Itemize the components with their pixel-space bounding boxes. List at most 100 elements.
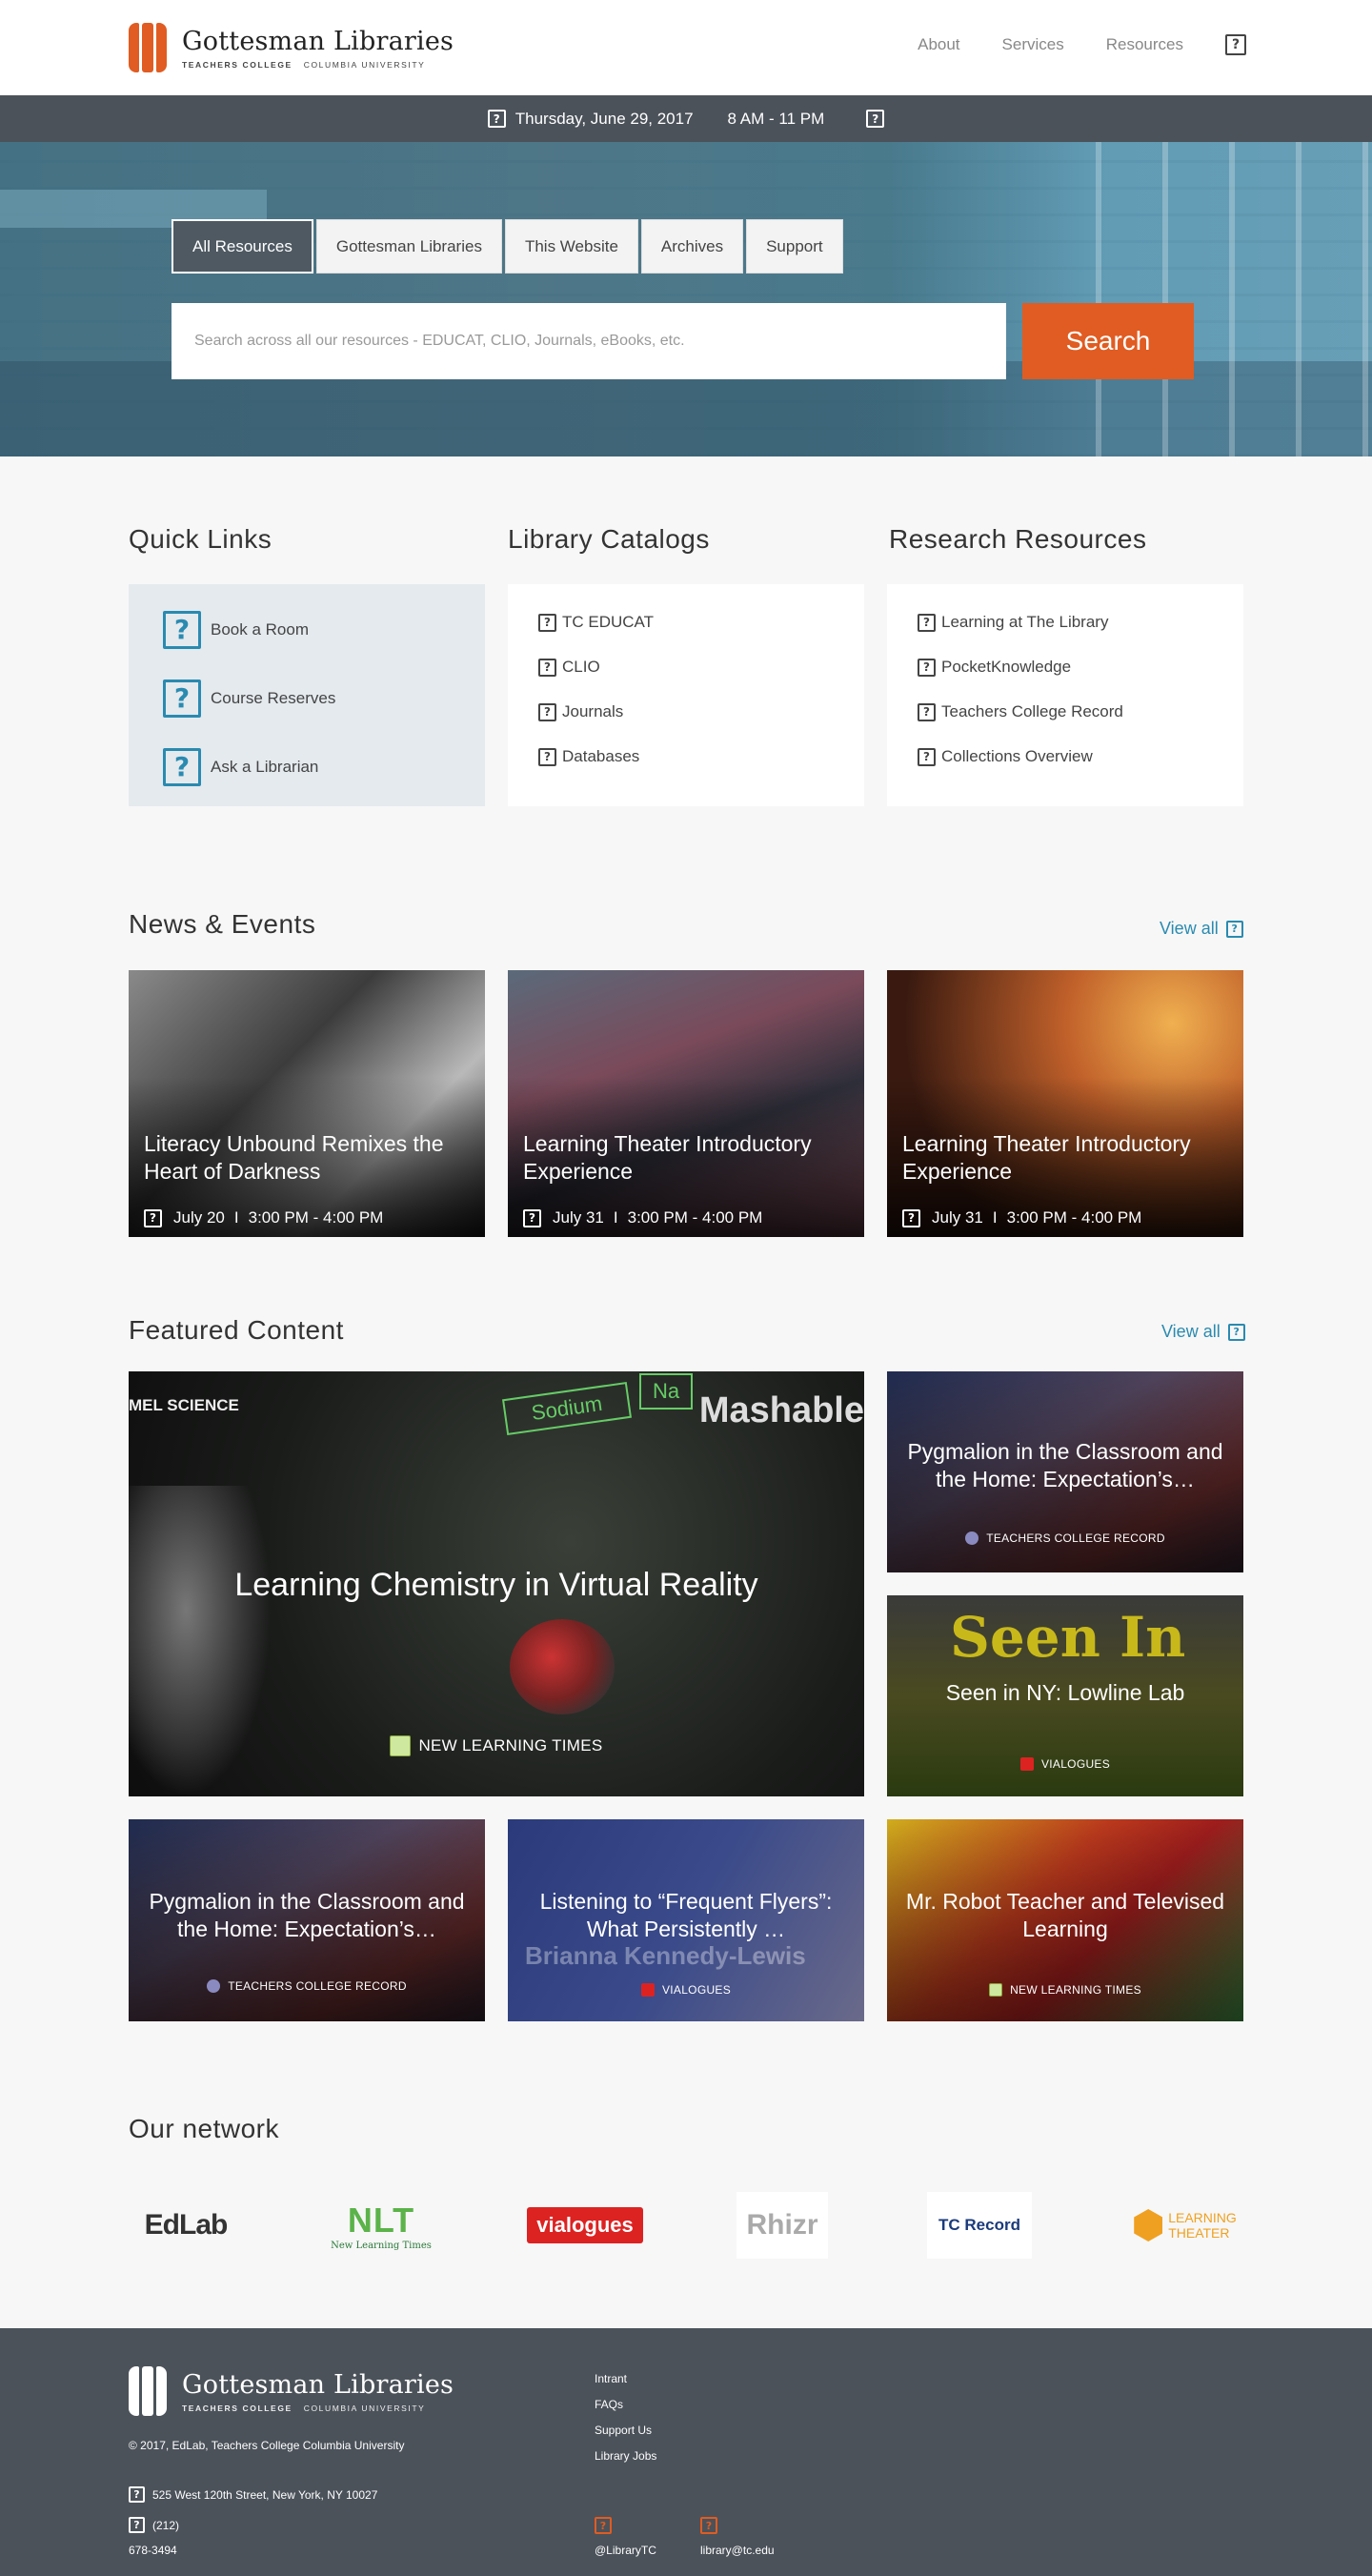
featured-card[interactable]: Pygmalion in the Classroom and the Home:… bbox=[887, 1371, 1243, 1572]
catalog-tc-educat[interactable]: ? TC EDUCAT bbox=[538, 613, 654, 632]
footer-address: ? 525 West 120th Street, New York, NY 100… bbox=[129, 2486, 377, 2503]
event-title: Literacy Unbound Remixes the Heart of Da… bbox=[144, 1131, 444, 1184]
footer-link-intrant[interactable]: Intrant bbox=[595, 2372, 627, 2385]
footer-twitter-handle[interactable]: @LibraryTC bbox=[595, 2544, 656, 2557]
link-icon: ? bbox=[538, 702, 556, 721]
link-icon: ? bbox=[538, 613, 556, 632]
featured-source: VIALOGUES bbox=[508, 1983, 864, 1997]
search-input[interactable] bbox=[172, 303, 1006, 379]
arrow-icon: ? bbox=[1225, 920, 1243, 938]
event-card[interactable]: Learning Theater Introductory Experience… bbox=[887, 970, 1243, 1237]
event-card[interactable]: Literacy Unbound Remixes the Heart of Da… bbox=[129, 970, 485, 1237]
featured-source: TEACHERS COLLEGE RECORD bbox=[887, 1531, 1243, 1545]
menu-icon[interactable]: ? bbox=[1225, 34, 1246, 55]
logo-title: Gottesman Libraries bbox=[182, 26, 454, 56]
learning-theater-icon bbox=[1134, 2209, 1163, 2241]
quick-link-book-room[interactable]: ? Book a Room bbox=[163, 611, 309, 649]
catalog-databases[interactable]: ? Databases bbox=[538, 747, 639, 766]
tab-gottesman-libraries[interactable]: Gottesman Libraries bbox=[315, 219, 502, 274]
search-button[interactable]: Search bbox=[1022, 303, 1194, 379]
tab-this-website[interactable]: This Website bbox=[504, 219, 638, 274]
featured-card[interactable]: Seen In Seen in NY: Lowline Lab VIALOGUE… bbox=[887, 1595, 1243, 1796]
calendar-icon: ? bbox=[523, 1208, 541, 1227]
news-view-all-link[interactable]: View all? bbox=[1160, 919, 1243, 939]
vialogues-icon bbox=[640, 1983, 655, 1997]
vialogues-logo[interactable]: vialogues bbox=[527, 2192, 643, 2259]
research-tc-record[interactable]: ? Teachers College Record bbox=[918, 702, 1123, 721]
featured-source: NEW LEARNING TIMES bbox=[887, 1983, 1243, 1997]
news-events-heading: News & Events bbox=[129, 909, 316, 939]
logo-subtitle: TEACHERS COLLEGE COLUMBIA UNIVERSITY bbox=[182, 59, 426, 70]
calendar-icon: ? bbox=[487, 110, 506, 128]
room-icon: ? bbox=[163, 611, 201, 649]
research-pocketknowledge[interactable]: ? PocketKnowledge bbox=[918, 658, 1071, 677]
footer-phone-number: 678-3494 bbox=[129, 2544, 177, 2557]
featured-card-large[interactable]: MEL SCIENCE Mashable Sodium Na Learning … bbox=[129, 1371, 864, 1796]
tab-support[interactable]: Support bbox=[746, 219, 843, 274]
event-meta: ? July 20 I 3:00 PM - 4:00 PM bbox=[144, 1208, 383, 1227]
tc-record-icon bbox=[207, 1979, 221, 1993]
footer-link-library-jobs[interactable]: Library Jobs bbox=[595, 2449, 656, 2463]
event-meta: ? July 31 I 3:00 PM - 4:00 PM bbox=[902, 1208, 1141, 1227]
featured-card[interactable]: Mr. Robot Teacher and Televised Learning… bbox=[887, 1819, 1243, 2021]
research-resources-panel: ? Learning at The Library ? PocketKnowledg… bbox=[887, 584, 1243, 806]
library-catalogs-heading: Library Catalogs bbox=[508, 524, 710, 554]
hours-bar: ? Thursday, June 29, 2017 8 AM - 11 PM ? bbox=[0, 95, 1372, 142]
footer-email[interactable]: library@tc.edu bbox=[700, 2544, 775, 2557]
site-header: Gottesman Libraries TEACHERS COLLEGE COL… bbox=[0, 0, 1372, 95]
nlt-icon bbox=[390, 1735, 412, 1756]
footer-logo[interactable]: Gottesman Libraries TEACHERS COLLEGE COL… bbox=[129, 2366, 454, 2416]
footer-copyright: © 2017, EdLab, Teachers College Columbia… bbox=[129, 2439, 405, 2452]
nav-resources[interactable]: Resources bbox=[1106, 35, 1183, 54]
tc-record-logo[interactable]: TC Record bbox=[927, 2192, 1032, 2259]
reserves-icon: ? bbox=[163, 679, 201, 718]
tab-archives[interactable]: Archives bbox=[640, 219, 744, 274]
hours-dropdown-icon[interactable]: ? bbox=[866, 110, 885, 128]
footer-link-support-us[interactable]: Support Us bbox=[595, 2424, 652, 2437]
library-catalogs-panel: ? TC EDUCAT ? CLIO ? Journals ? Databases bbox=[508, 584, 864, 806]
catalog-journals[interactable]: ? Journals bbox=[538, 702, 623, 721]
featured-source: TEACHERS COLLEGE RECORD bbox=[129, 1979, 485, 1993]
nlt-icon bbox=[989, 1983, 1003, 1997]
link-icon: ? bbox=[538, 658, 556, 677]
link-icon: ? bbox=[538, 747, 556, 766]
main-nav: About Services Resources ? bbox=[918, 34, 1246, 55]
current-date: Thursday, June 29, 2017 bbox=[514, 109, 694, 128]
research-learning-library[interactable]: ? Learning at The Library bbox=[918, 613, 1108, 632]
tc-record-icon bbox=[965, 1531, 979, 1545]
catalog-clio[interactable]: ? CLIO bbox=[538, 658, 600, 677]
footer-link-faqs[interactable]: FAQs bbox=[595, 2398, 623, 2411]
phone-icon: ? bbox=[129, 2517, 145, 2533]
featured-title: Pygmalion in the Classroom and the Home:… bbox=[149, 1889, 465, 1941]
featured-card[interactable]: Brianna Kennedy-Lewis Listening to “Freq… bbox=[508, 1819, 864, 2021]
search-hero: All Resources Gottesman Libraries This W… bbox=[0, 142, 1372, 456]
nav-about[interactable]: About bbox=[918, 35, 959, 54]
featured-view-all-link[interactable]: View all? bbox=[1161, 1322, 1245, 1342]
event-card[interactable]: Learning Theater Introductory Experience… bbox=[508, 970, 864, 1237]
nav-services[interactable]: Services bbox=[1002, 35, 1064, 54]
quick-link-course-reserves[interactable]: ? Course Reserves bbox=[163, 679, 335, 718]
research-collections-overview[interactable]: ? Collections Overview bbox=[918, 747, 1093, 766]
location-icon: ? bbox=[129, 2486, 145, 2503]
featured-source: NEW LEARNING TIMES bbox=[129, 1735, 864, 1756]
nlt-logo[interactable]: NLT New Learning Times bbox=[324, 2192, 438, 2259]
site-logo[interactable]: Gottesman Libraries TEACHERS COLLEGE COL… bbox=[129, 23, 454, 72]
tab-all-resources[interactable]: All Resources bbox=[172, 219, 313, 274]
vialogues-icon bbox=[1019, 1757, 1034, 1771]
email-icon[interactable]: ? bbox=[700, 2517, 725, 2534]
event-title: Learning Theater Introductory Experience bbox=[902, 1131, 1191, 1184]
featured-card[interactable]: Pygmalion in the Classroom and the Home:… bbox=[129, 1819, 485, 2021]
learning-theater-logo[interactable]: LEARNING THEATER bbox=[1126, 2192, 1244, 2259]
link-icon: ? bbox=[918, 613, 936, 632]
twitter-icon[interactable]: ? bbox=[595, 2517, 619, 2534]
featured-title: Learning Chemistry in Virtual Reality bbox=[234, 1567, 758, 1603]
site-footer: Gottesman Libraries TEACHERS COLLEGE COL… bbox=[0, 2328, 1372, 2576]
arrow-icon: ? bbox=[1227, 1323, 1245, 1341]
library-hours: 8 AM - 11 PM bbox=[727, 109, 825, 128]
quick-links-heading: Quick Links bbox=[129, 524, 272, 554]
rhizr-logo[interactable]: Rhizr bbox=[736, 2192, 828, 2259]
quick-link-ask-librarian[interactable]: ? Ask a Librarian bbox=[163, 748, 318, 786]
event-meta: ? July 31 I 3:00 PM - 4:00 PM bbox=[523, 1208, 762, 1227]
edlab-logo[interactable]: EdLab bbox=[133, 2192, 238, 2259]
featured-content-heading: Featured Content bbox=[129, 1315, 344, 1345]
